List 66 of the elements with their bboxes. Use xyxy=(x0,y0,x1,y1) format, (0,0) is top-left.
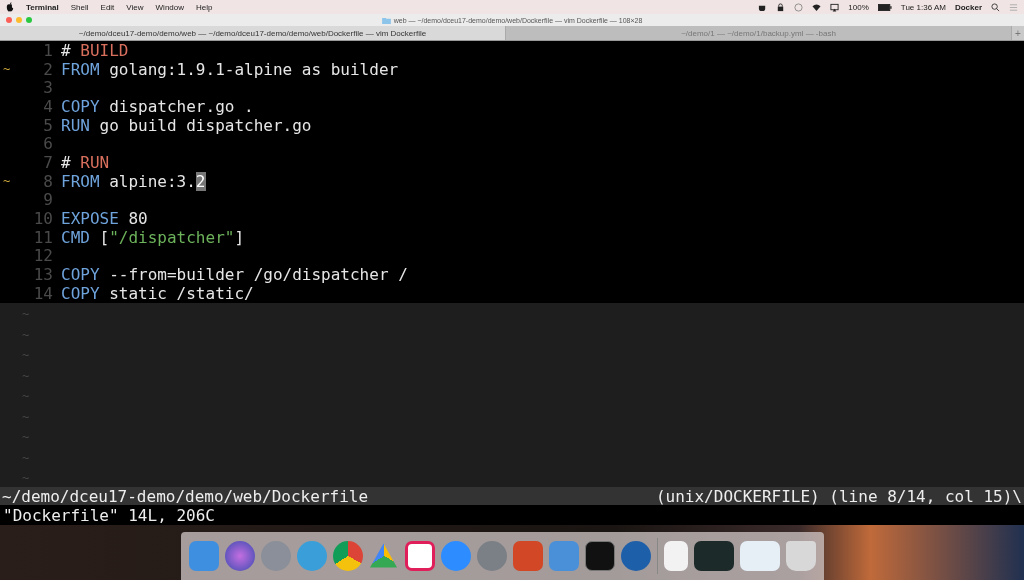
code-line: COPY --from=builder /go/dispatcher / xyxy=(61,265,408,285)
change-sign: ~ xyxy=(2,62,12,77)
tab[interactable]: ~/demo/dceu17-demo/demo/web — ~/demo/dceu17-demo/demo/web/Dockerfile — vim Dockerfile xyxy=(0,26,506,40)
code-line: COPY dispatcher.go . xyxy=(61,96,254,116)
line-number: 9 xyxy=(42,190,54,210)
menu-item[interactable]: Terminal xyxy=(26,2,59,12)
change-sign: ~ xyxy=(2,174,12,189)
window-thumbnail[interactable] xyxy=(739,541,780,571)
empty-line-marker: ~ xyxy=(22,348,30,363)
menu-icon[interactable] xyxy=(1009,2,1018,12)
empty-line-marker: ~ xyxy=(22,450,30,465)
line-number: 10 xyxy=(32,209,54,229)
line-number: 5 xyxy=(42,115,54,135)
line-number: 3 xyxy=(42,78,54,98)
wifi-icon[interactable] xyxy=(812,2,822,12)
empty-line-marker: ~ xyxy=(22,471,30,486)
code-line: EXPOSE 80 xyxy=(61,209,148,229)
window-thumbnail[interactable] xyxy=(693,541,734,571)
code-line: # BUILD xyxy=(61,40,129,60)
empty-line-marker: ~ xyxy=(22,409,30,424)
menu-item[interactable]: View xyxy=(126,2,144,12)
menu-item[interactable]: Edit xyxy=(100,2,115,12)
user-name[interactable]: Docker xyxy=(954,2,982,12)
battery-percent: 100% xyxy=(848,2,869,12)
battery-icon[interactable] xyxy=(877,3,892,11)
line-number: 7 xyxy=(42,152,54,172)
apple-icon[interactable] xyxy=(6,2,14,12)
code-line: CMD ["/dispatcher"] xyxy=(61,227,245,247)
empty-line-marker: ~ xyxy=(22,430,30,445)
empty-line-marker: ~ xyxy=(22,327,30,342)
line-number: 6 xyxy=(42,134,54,154)
cursor-position: (unix/DOCKERFILE) (line 8/14, col 15)\ xyxy=(655,486,1022,506)
line-number: 8 xyxy=(42,171,54,191)
code-line: RUN go build dispatcher.go xyxy=(61,115,312,135)
empty-line-marker: ~ xyxy=(22,368,30,383)
close-button[interactable] xyxy=(6,17,12,23)
code-line: FROM alpine:3.2 xyxy=(61,171,206,191)
code-line: COPY static /static/ xyxy=(61,283,254,303)
line-number: 11 xyxy=(32,227,54,247)
message-line: "Dockerfile" 14L, 206C xyxy=(3,505,215,525)
trash-icon[interactable] xyxy=(785,541,816,571)
zoom-button[interactable] xyxy=(26,17,32,23)
display-icon[interactable] xyxy=(830,2,840,12)
document-icon[interactable] xyxy=(663,541,688,571)
empty-line-marker: ~ xyxy=(22,389,30,404)
line-number: 12 xyxy=(32,246,54,266)
minimize-button[interactable] xyxy=(16,17,22,23)
search-icon[interactable] xyxy=(991,2,1000,12)
browser-icon[interactable] xyxy=(332,541,363,571)
file-path: ~/demo/dceu17-demo/demo/web/Dockerfile xyxy=(2,486,369,506)
line-number: 2 xyxy=(42,59,54,79)
line-number: 1 xyxy=(42,40,54,60)
code-line: FROM golang:1.9.1-alpine as builder xyxy=(61,59,399,79)
menu-item[interactable]: Window xyxy=(155,2,184,12)
chat-icon[interactable] xyxy=(404,541,435,571)
line-number: 13 xyxy=(32,265,54,285)
terminal-icon[interactable] xyxy=(584,541,615,571)
line-number: 4 xyxy=(42,96,54,116)
clock-text[interactable]: Tue 1:36 AM xyxy=(900,2,946,12)
line-number: 14 xyxy=(32,283,54,303)
lock-icon[interactable] xyxy=(776,2,786,12)
folder-icon xyxy=(381,16,391,24)
empty-line-marker: ~ xyxy=(22,307,30,322)
menu-item[interactable]: Shell xyxy=(70,2,89,12)
code-line: # RUN xyxy=(61,152,110,172)
menu-item[interactable]: Help xyxy=(196,2,213,12)
